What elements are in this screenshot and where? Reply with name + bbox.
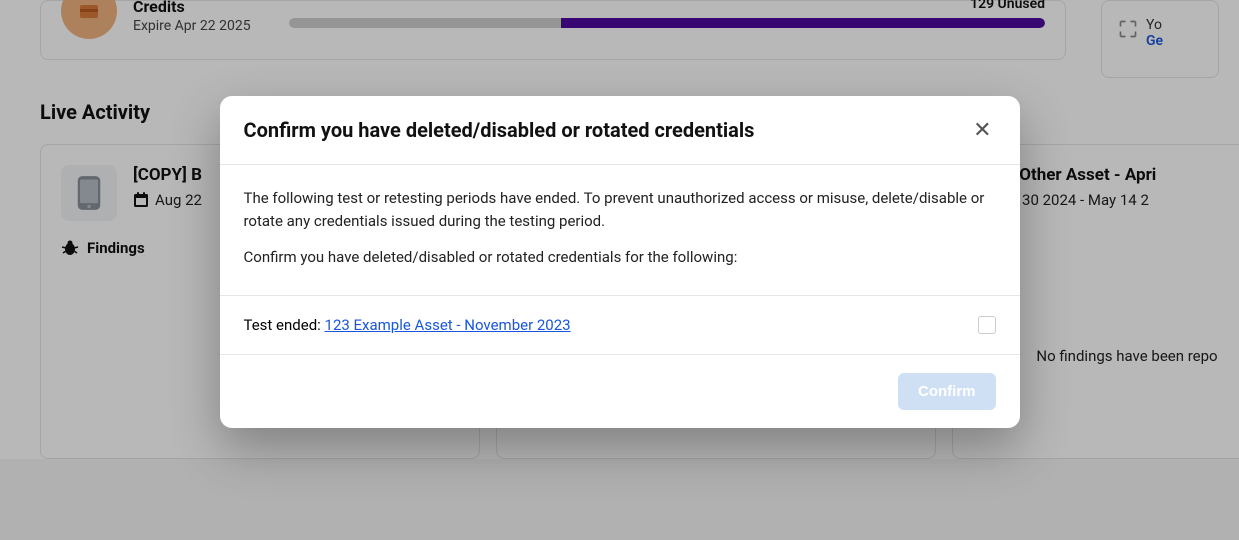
test-asset-link[interactable]: 123 Example Asset - November 2023	[325, 316, 571, 334]
close-icon: ✕	[973, 117, 991, 142]
credentials-modal: Confirm you have deleted/disabled or rot…	[220, 96, 1020, 428]
modal-paragraph-1: The following test or retesting periods …	[244, 187, 996, 232]
close-button[interactable]: ✕	[969, 119, 995, 141]
test-ended-prefix: Test ended:	[244, 316, 325, 334]
modal-overlay: Confirm you have deleted/disabled or rot…	[0, 0, 1239, 540]
modal-test-item: Test ended: 123 Example Asset - November…	[220, 296, 1020, 355]
modal-title: Confirm you have deleted/disabled or rot…	[244, 118, 755, 142]
confirm-button[interactable]: Confirm	[898, 373, 996, 410]
confirm-checkbox[interactable]	[978, 316, 996, 334]
modal-paragraph-2: Confirm you have deleted/disabled or rot…	[244, 246, 996, 269]
